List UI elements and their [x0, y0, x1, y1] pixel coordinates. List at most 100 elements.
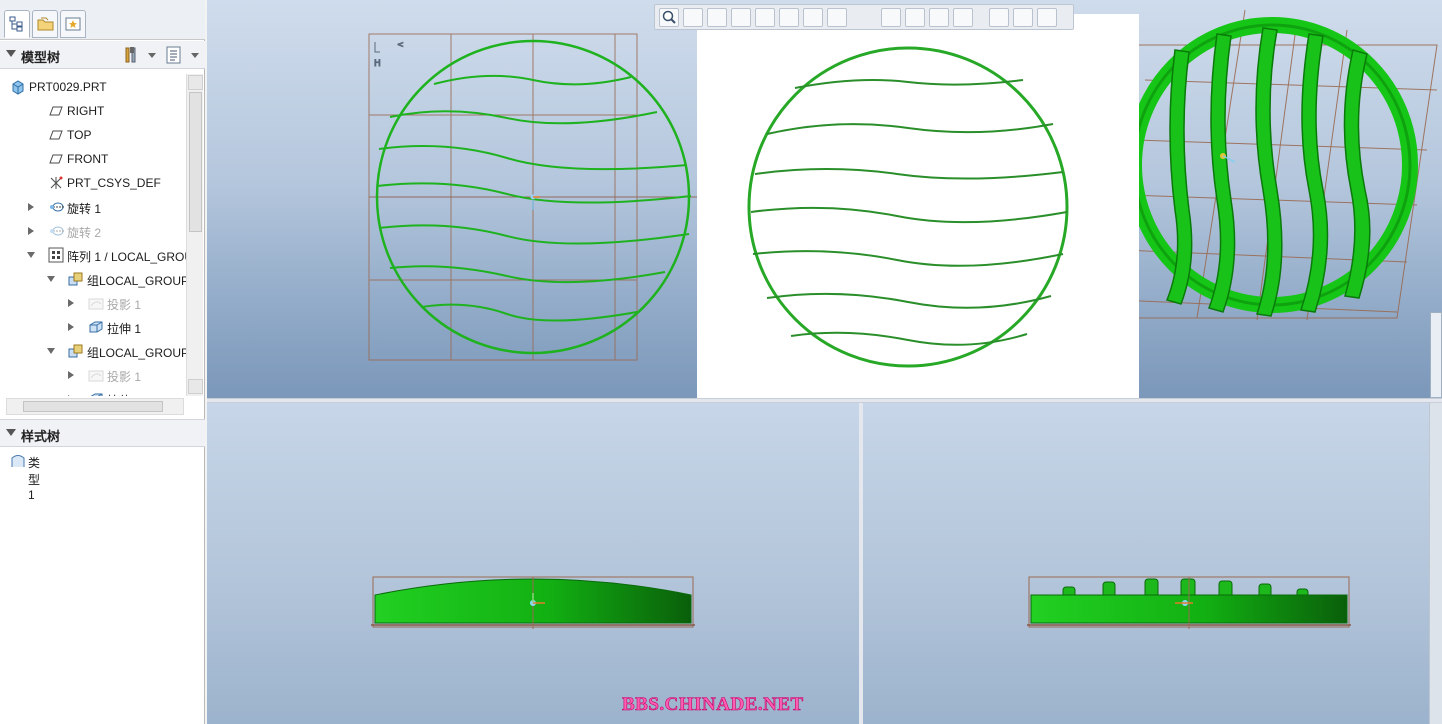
tree-item-label: 旋转 2 [67, 226, 102, 240]
viewport-side[interactable] [207, 403, 859, 724]
tree-item-label: PRT0029.PRT [29, 80, 107, 94]
revolve-icon [48, 223, 64, 239]
favorites-icon [65, 17, 81, 31]
expand-closed-icon[interactable] [68, 395, 74, 396]
viewport-front-wireframe[interactable]: < H [207, 0, 697, 398]
expand-open-icon[interactable] [47, 276, 55, 282]
tab-favorites[interactable] [60, 10, 86, 38]
group-icon [68, 271, 84, 287]
front-view-wireframe: < H [368, 33, 697, 361]
tree-item[interactable]: 拉伸 2 [0, 388, 186, 396]
view-toolbar [654, 4, 1074, 30]
csys-display-button[interactable] [953, 8, 973, 27]
csys-icon [48, 175, 64, 191]
style-type-icon [11, 455, 25, 467]
annotation-display-button[interactable] [989, 8, 1009, 27]
reorient-button[interactable] [731, 8, 751, 27]
tree-item[interactable]: FRONT [0, 148, 186, 170]
tree-item-label: PRT_CSYS_DEF [67, 176, 161, 190]
collapse-triangle-icon[interactable] [6, 50, 16, 57]
tree-item[interactable]: 旋转 1 [0, 196, 186, 218]
scroll-thumb[interactable] [189, 92, 202, 232]
axis-display-button[interactable] [905, 8, 925, 27]
scroll-up-button[interactable] [188, 75, 203, 90]
tree-item[interactable]: 旋转 2 [0, 220, 186, 242]
tree-item-label: 拉伸 1 [107, 322, 142, 336]
tree-item[interactable]: TOP [0, 124, 186, 146]
watermark: BBS.CHINADE.NET [622, 694, 804, 716]
tree-item-label: 组LOCAL_GROUP [87, 274, 186, 288]
tree-item[interactable]: PRT0029.PRT [0, 76, 186, 98]
model-tree: PRT0029.PRT RIGHT TOP FRONT PRT_CSYS_DEF 旋转 1… [0, 74, 186, 396]
expand-closed-icon[interactable] [68, 371, 74, 379]
model-tree-horizontal-scrollbar[interactable] [6, 398, 184, 415]
expand-closed-icon[interactable] [68, 299, 74, 307]
tree-item-label: 阵列 1 / LOCAL_GROUP [67, 250, 186, 264]
tree-item[interactable]: 拉伸 1 [0, 316, 186, 338]
tree-item-label: FRONT [67, 152, 109, 166]
style-tree-header[interactable]: 样式树 [0, 419, 205, 447]
tree-item-label: 投影 1 [107, 298, 142, 312]
right-panel-edge[interactable] [1429, 403, 1442, 724]
viewport-top[interactable] [863, 403, 1429, 724]
model-tree-header[interactable]: 模型树 [0, 41, 205, 69]
style-tree-title: 样式树 [21, 429, 61, 444]
side-view-model [371, 576, 695, 629]
zoom-in-button[interactable] [659, 8, 679, 27]
show-dropdown-icon[interactable] [191, 53, 199, 58]
tree-item-label: RIGHT [67, 104, 105, 118]
datum-plane-icon [48, 151, 64, 167]
saved-views-button[interactable] [755, 8, 775, 27]
navigator-tabs [0, 0, 205, 40]
tree-item[interactable]: 组LOCAL_GROUP [0, 268, 186, 290]
display-style-button[interactable] [779, 8, 799, 27]
top-view-model [1027, 576, 1351, 629]
extrude-icon [88, 319, 104, 335]
view-manager-button[interactable] [1037, 8, 1057, 27]
hscroll-thumb[interactable] [23, 401, 163, 412]
svg-text:H: H [374, 59, 381, 69]
point-display-button[interactable] [929, 8, 949, 27]
datum-plane-icon [48, 127, 64, 143]
expand-open-icon[interactable] [47, 348, 55, 354]
refit-button[interactable] [707, 8, 727, 27]
projection-icon [88, 295, 104, 311]
front-view-image-overlay [697, 14, 1139, 398]
scroll-down-button[interactable] [188, 379, 203, 394]
extrude-icon [88, 391, 104, 396]
magnifier-icon [662, 10, 676, 24]
revolve-icon [48, 199, 64, 215]
tree-item[interactable]: 阵列 1 / LOCAL_GROUP [0, 244, 186, 266]
front-view-sketch [747, 46, 1069, 368]
tree-item[interactable]: 投影 1 [0, 292, 186, 314]
plane-display-button[interactable] [881, 8, 901, 27]
tree-settings-icon[interactable] [122, 45, 142, 65]
collapse-triangle-icon[interactable] [6, 429, 16, 436]
folder-icon [37, 17, 54, 31]
svg-text:<: < [397, 40, 404, 49]
expand-closed-icon[interactable] [28, 227, 34, 235]
expand-open-icon[interactable] [27, 252, 35, 258]
shading-button[interactable] [803, 8, 823, 27]
csys-marker [530, 194, 540, 210]
model-tree-vertical-scrollbar[interactable] [186, 74, 203, 396]
model-tree-title: 模型树 [21, 50, 61, 65]
side-panel-edge[interactable] [1430, 312, 1442, 398]
tree-item-label: 投影 1 [107, 370, 142, 384]
show-list-icon[interactable] [166, 46, 182, 64]
expand-closed-icon[interactable] [68, 323, 74, 331]
tree-item[interactable]: 组LOCAL_GROUP_55 [0, 340, 186, 362]
tree-item[interactable]: PRT_CSYS_DEF [0, 172, 186, 194]
settings-dropdown-icon[interactable] [148, 53, 156, 58]
spin-center-button[interactable] [1013, 8, 1033, 27]
zoom-out-button[interactable] [683, 8, 703, 27]
tree-item[interactable]: 投影 1 [0, 364, 186, 386]
tab-model-tree[interactable] [4, 10, 30, 38]
tree-item-label: TOP [67, 128, 92, 142]
tab-folder-browser[interactable] [32, 10, 58, 38]
tree-item[interactable]: RIGHT [0, 100, 186, 122]
style-tree-item-label: 类型 1 [28, 456, 41, 502]
datum-display-button[interactable] [827, 8, 847, 27]
group-icon [68, 343, 84, 359]
expand-closed-icon[interactable] [28, 203, 34, 211]
